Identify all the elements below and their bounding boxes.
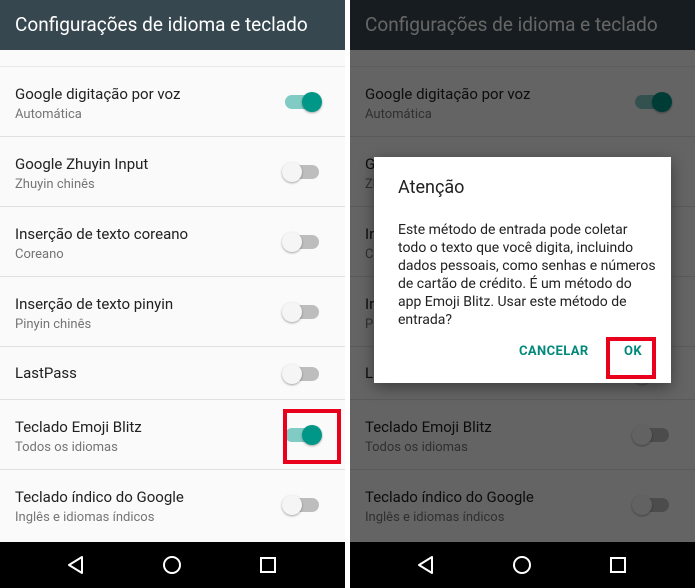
item-title: Google digitação por voz [15, 85, 181, 103]
input-methods-list: Google digitação por voz Automática Goog… [0, 66, 345, 539]
toggle-switch[interactable] [282, 162, 319, 182]
toggle-switch[interactable] [282, 364, 319, 384]
back-icon[interactable] [66, 555, 86, 575]
recent-apps-icon[interactable] [608, 555, 628, 575]
dialog-message: Este método de entrada pode coletar todo… [398, 222, 656, 328]
item-subtitle: Automática [15, 107, 82, 122]
item-subtitle: Pinyin chinês [15, 317, 92, 332]
cancel-button[interactable]: CANCELAR [519, 344, 589, 359]
settings-screen: Configurações de idioma e teclado Google… [0, 0, 345, 588]
item-subtitle: Inglês e idiomas índicos [15, 510, 155, 525]
dialog-title: Atenção [398, 177, 465, 198]
item-title: Inserção de texto pinyin [15, 295, 174, 313]
highlight-box-toggle [283, 409, 341, 464]
list-item-google-voice[interactable]: Google digitação por voz Automática [0, 66, 345, 136]
toggle-switch[interactable] [282, 495, 319, 515]
settings-screen-with-dialog: Configurações de idioma e teclado Google… [350, 0, 695, 588]
toggle-switch[interactable] [282, 302, 319, 322]
navigation-bar [0, 542, 345, 588]
item-title: Teclado índico do Google [15, 488, 184, 506]
item-title: LastPass [15, 364, 77, 382]
item-subtitle: Coreano [15, 247, 64, 262]
home-icon[interactable] [512, 555, 532, 575]
toggle-switch[interactable] [282, 232, 319, 252]
app-bar-title: Configurações de idioma e teclado [0, 0, 345, 50]
item-subtitle: Zhuyin chinês [15, 177, 95, 192]
list-item-pinyin-input[interactable]: Inserção de texto pinyin Pinyin chinês [0, 276, 345, 346]
list-item-korean-input[interactable]: Inserção de texto coreano Coreano [0, 206, 345, 276]
recent-apps-icon[interactable] [258, 555, 278, 575]
list-item-google-indic[interactable]: Teclado índico do Google Inglês e idioma… [0, 469, 345, 539]
item-title: Google Zhuyin Input [15, 155, 149, 173]
toggle-switch[interactable] [285, 92, 322, 112]
highlight-box-ok [606, 337, 656, 379]
item-subtitle: Todos os idiomas [15, 440, 118, 455]
home-icon[interactable] [162, 555, 182, 575]
item-title: Teclado Emoji Blitz [15, 418, 142, 436]
list-item-google-zhuyin[interactable]: Google Zhuyin Input Zhuyin chinês [0, 136, 345, 206]
back-icon[interactable] [416, 555, 436, 575]
list-item-lastpass[interactable]: LastPass [0, 346, 345, 399]
item-title: Inserção de texto coreano [15, 225, 189, 243]
navigation-bar [350, 542, 695, 588]
